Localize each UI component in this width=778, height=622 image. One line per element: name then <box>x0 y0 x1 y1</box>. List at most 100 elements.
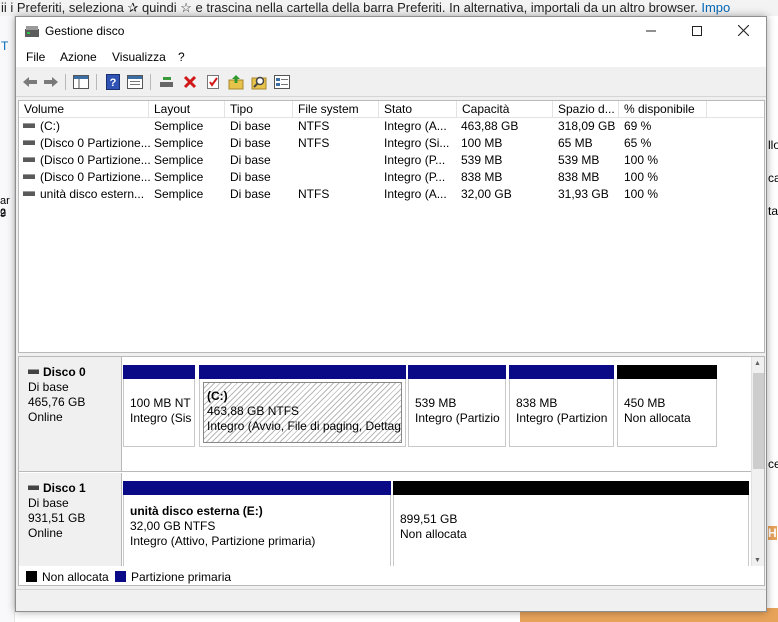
table-row[interactable]: unità disco estern... Semplice Di base NTFS… <box>19 186 764 203</box>
cell-text: 65 % <box>624 136 652 150</box>
properties-button[interactable] <box>126 73 144 91</box>
cell-volume: unità disco estern... <box>23 186 151 203</box>
toolbar: ? <box>16 67 766 97</box>
help-button[interactable]: ? <box>104 73 122 91</box>
partition-content: 100 MB NT Integro (Sis <box>127 382 191 443</box>
scroll-up-icon[interactable]: ▲ <box>754 360 761 367</box>
table-row[interactable]: (Disco 0 Partizione... Semplice Di base Int… <box>19 169 764 186</box>
cell-disponibile: 69 % <box>624 118 710 135</box>
table-row[interactable]: (Disco 0 Partizione... Semplice Di base NTF… <box>19 135 764 152</box>
partition-body: unità disco esterna (E:) 32,00 GB NTFS Int… <box>123 495 391 567</box>
table-row[interactable]: (Disco 0 Partizione... Semplice Di base Int… <box>19 152 764 169</box>
partition-body: 450 MB Non allocata <box>617 379 717 447</box>
cell-text: (Disco 0 Partizione... <box>40 153 151 167</box>
partition-body: 838 MB Integro (Partizion <box>509 379 614 447</box>
disk-name: Disco 0 <box>43 365 86 379</box>
partition-0-2[interactable]: 539 MB Integro (Partizio <box>408 365 506 447</box>
volume-list[interactable]: Volume Layout Tipo File system Stato Cap… <box>18 100 765 353</box>
cell-file-system: NTFS <box>298 118 382 135</box>
partition-1-1[interactable]: 899,51 GB Non allocata <box>393 481 749 567</box>
cell-tipo: Di base <box>230 118 296 135</box>
column-header-tipo[interactable]: Tipo <box>225 101 293 118</box>
forward-button[interactable] <box>42 73 60 91</box>
column-header-layout[interactable]: Layout <box>149 101 225 118</box>
disk-info-1[interactable]: Disco 1 Di base 931,51 GB Online <box>19 473 122 571</box>
minimize-button[interactable] <box>628 17 674 47</box>
disk-info-0[interactable]: Disco 0 Di base 465,76 GB Online <box>19 357 122 472</box>
partition-color-bar <box>408 365 506 379</box>
maximize-button[interactable] <box>674 17 720 47</box>
partition-0-3[interactable]: 838 MB Integro (Partizion <box>509 365 614 447</box>
partition-1-0[interactable]: unità disco esterna (E:) 32,00 GB NTFS Int… <box>123 481 391 567</box>
delete-button[interactable] <box>181 73 199 91</box>
cell-capacita: 32,00 GB <box>461 186 553 203</box>
cell-stato: Integro (A... <box>384 118 458 135</box>
menu-file[interactable]: File <box>26 50 45 64</box>
cell-text: 463,88 GB <box>461 119 519 133</box>
partition-size: 100 MB NT <box>130 396 191 410</box>
forward-icon <box>44 77 58 87</box>
cell-spazio: 318,09 GB <box>558 118 620 135</box>
cell-text: Semplice <box>154 136 204 150</box>
disk-row-divider <box>19 471 751 472</box>
cell-capacita: 463,88 GB <box>461 118 553 135</box>
folder-up-button[interactable] <box>227 73 245 91</box>
search-icon <box>251 76 267 90</box>
partition-0-4[interactable]: 450 MB Non allocata <box>617 365 717 447</box>
column-header-volume[interactable]: Volume <box>19 101 149 118</box>
cell-text: unità disco estern... <box>40 187 145 201</box>
legend: Non allocata Partizione primaria <box>18 566 765 586</box>
partition-color-bar <box>393 481 749 495</box>
partition-size: 539 MB <box>415 396 457 410</box>
partition-size: 450 MB <box>624 396 666 410</box>
close-button[interactable] <box>720 17 766 47</box>
volume-drive-icon <box>23 123 35 129</box>
column-header-capacita[interactable]: Capacità <box>457 101 553 118</box>
cell-text: 32,00 GB <box>461 187 512 201</box>
partition-status: Integro (Partizion <box>516 411 608 425</box>
graph-scrollbar[interactable]: ▲ ▼ <box>751 357 764 571</box>
column-header-file-system[interactable]: File system <box>293 101 379 118</box>
menu-visualizza[interactable]: Visualizza <box>112 50 166 64</box>
bg-right-fragment: ta <box>768 204 778 218</box>
back-icon <box>23 77 37 87</box>
search-button[interactable] <box>250 73 268 91</box>
view-button[interactable] <box>273 73 291 91</box>
partition-0-1[interactable]: (C:) 463,88 GB NTFS Integro (Avvio, File d… <box>199 365 406 447</box>
volume-drive-icon <box>23 174 35 180</box>
scroll-down-icon[interactable]: ▼ <box>754 557 761 564</box>
column-header-spazio[interactable]: Spazio d... <box>553 101 619 118</box>
back-button[interactable] <box>21 73 39 91</box>
cell-text: Semplice <box>154 170 204 184</box>
bg-left-fragment: T <box>1 39 9 53</box>
cell-text: 838 MB <box>558 170 600 184</box>
menu-help[interactable]: ? <box>178 50 185 64</box>
cell-spazio: 31,93 GB <box>558 186 620 203</box>
browser-right-strip: llo ca ta ce H <box>766 16 778 622</box>
cell-text: Integro (A... <box>384 187 447 201</box>
partition-title: unità disco esterna (E:) <box>130 504 263 518</box>
check-button[interactable] <box>204 73 222 91</box>
import-link[interactable]: Impo <box>701 0 730 15</box>
folder-up-icon <box>228 75 244 90</box>
partition-status: Integro (Attivo, Partizione primaria) <box>130 534 316 548</box>
connect-disk-button[interactable] <box>158 73 176 91</box>
cell-file-system <box>298 169 382 186</box>
partition-status: Non allocata <box>624 411 691 425</box>
column-header-stato[interactable]: Stato <box>379 101 457 118</box>
table-row[interactable]: (C:) Semplice Di base NTFS Integro (A... 463,… <box>19 118 764 135</box>
menu-azione[interactable]: Azione <box>60 50 97 64</box>
legend-label: Non allocata <box>42 570 109 584</box>
partition-size: 463,88 GB NTFS <box>207 404 300 418</box>
column-header-disponibile[interactable]: % disponibile <box>619 101 707 118</box>
title-bar[interactable]: Gestione disco <box>16 17 766 47</box>
scroll-thumb[interactable] <box>753 373 764 469</box>
status-bar <box>16 589 766 611</box>
console-tree-button[interactable] <box>72 73 90 91</box>
partition-body: 100 MB NT Integro (Sis <box>123 379 195 447</box>
legend-swatch-unallocated <box>26 571 37 583</box>
disk-size: 465,76 GB <box>28 395 86 409</box>
cell-stato: Integro (P... <box>384 169 458 186</box>
partition-0-0[interactable]: 100 MB NT Integro (Sis <box>123 365 195 447</box>
cell-capacita: 838 MB <box>461 169 553 186</box>
